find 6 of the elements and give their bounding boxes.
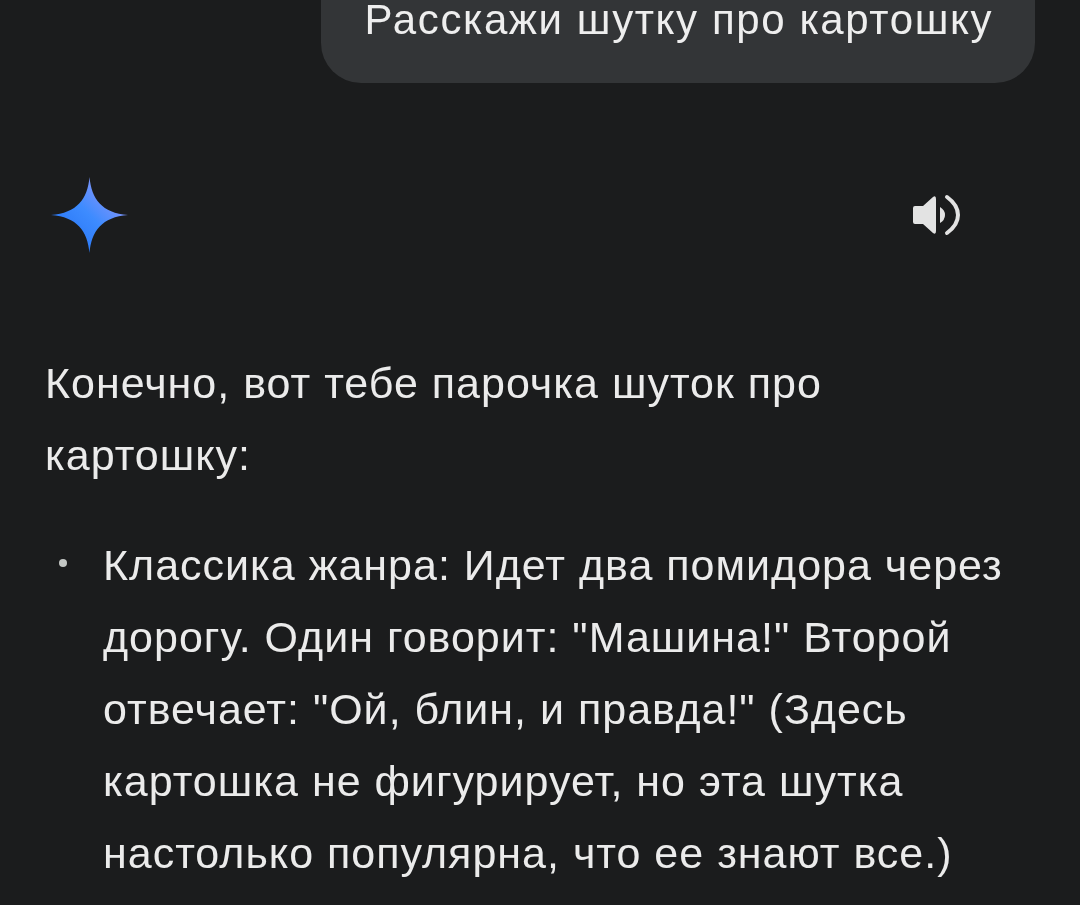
sparkle-icon [51, 177, 128, 253]
response-paragraph: Конечно, вот тебе парочка шуток про картошку: [45, 358, 823, 481]
bullet-icon [59, 559, 67, 567]
user-message-bubble: Расскажи шутку про картошку [320, 0, 1035, 83]
speaker-icon[interactable] [912, 194, 962, 236]
list-item-text: Классика жанра: Идет два помидора через дорогу. Один говорит: "Машина!" Второй отвечает: "Ой, блин, и правда!" (Здесь картошка не фигурирует, но эта шутка настолько популярна, что ее знают все.) [103, 540, 1004, 879]
